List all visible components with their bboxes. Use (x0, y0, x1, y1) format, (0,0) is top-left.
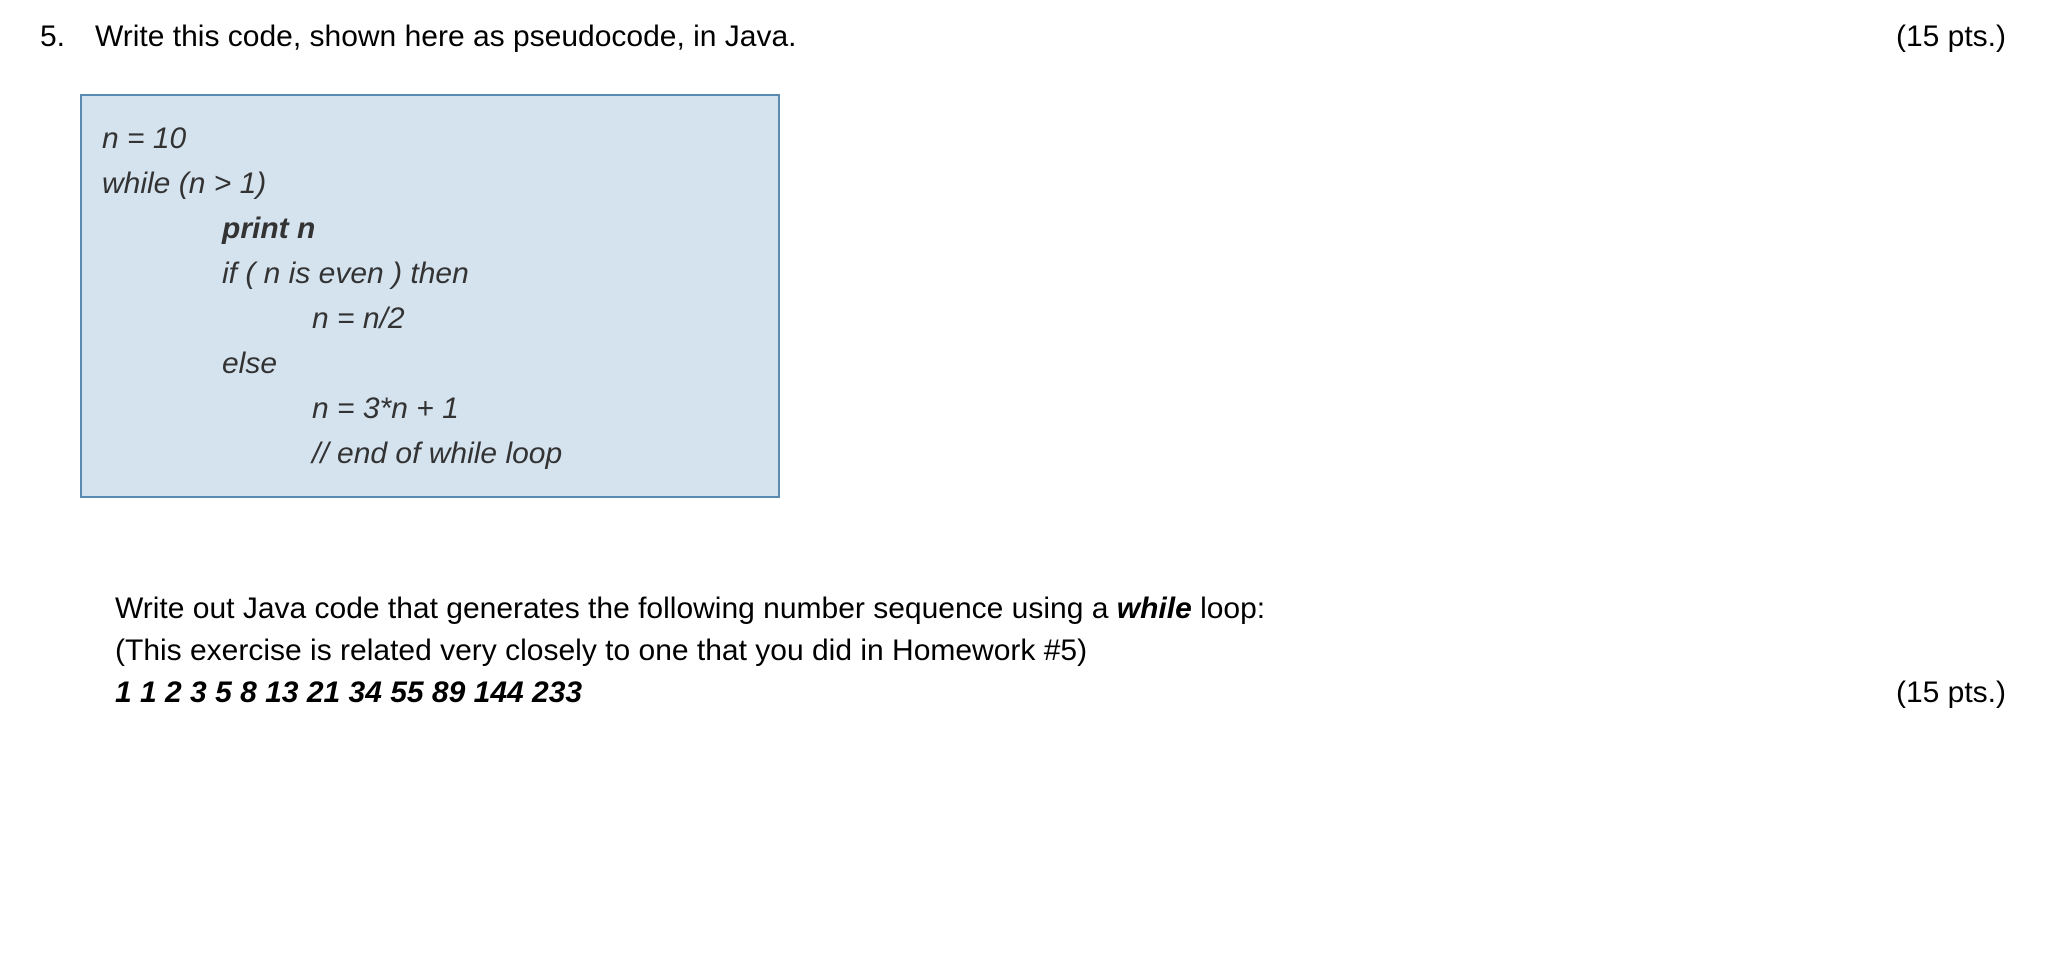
second-question: Write out Java code that generates the f… (115, 588, 2006, 714)
second-line1-pre: Write out Java code that generates the f… (115, 592, 1117, 625)
code-line-5: n = n/2 (102, 296, 748, 341)
code-line-8: // end of while loop (102, 431, 748, 476)
code-line-3: print n (102, 206, 748, 251)
second-question-row: 1 1 2 3 5 8 13 21 34 55 89 144 233 (15 p… (115, 672, 2006, 714)
question-header: 5. Write this code, shown here as pseudo… (40, 20, 2006, 54)
pseudocode-box: n = 10 while (n > 1) print n if ( n is e… (80, 94, 780, 498)
question-points: (15 pts.) (1896, 20, 2006, 54)
second-line1-post: loop: (1192, 592, 1265, 625)
second-question-line2: (This exercise is related very closely t… (115, 630, 2006, 672)
second-question-points: (15 pts.) (1896, 672, 2006, 714)
fibonacci-sequence: 1 1 2 3 5 8 13 21 34 55 89 144 233 (115, 672, 582, 714)
second-question-line1: Write out Java code that generates the f… (115, 588, 2006, 630)
question-number-text: 5. Write this code, shown here as pseudo… (40, 20, 797, 54)
code-line-2: while (n > 1) (102, 161, 748, 206)
question-text: Write this code, shown here as pseudocod… (95, 20, 797, 54)
code-line-1: n = 10 (102, 116, 748, 161)
question-number: 5. (40, 20, 75, 54)
code-line-7: n = 3*n + 1 (102, 386, 748, 431)
code-line-6: else (102, 341, 748, 386)
code-line-4: if ( n is even ) then (102, 251, 748, 296)
second-line1-bold: while (1117, 592, 1192, 625)
